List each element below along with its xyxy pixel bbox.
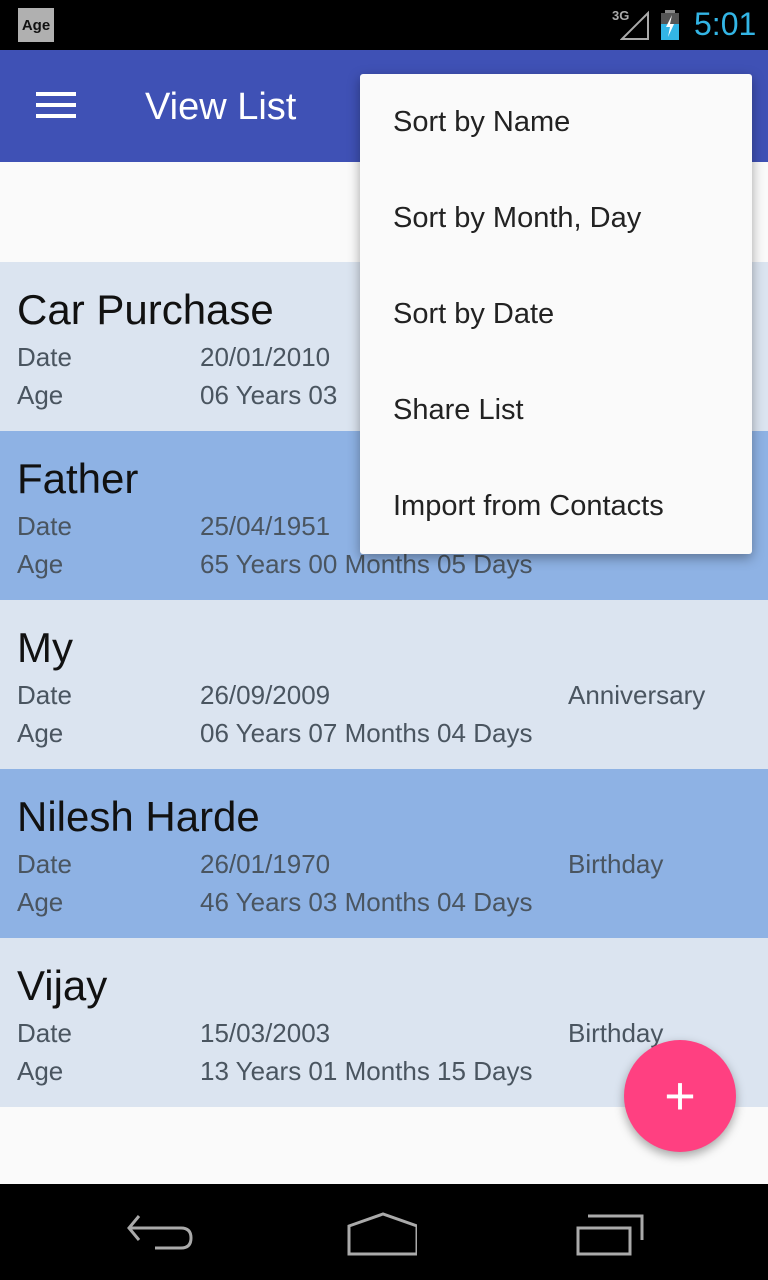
item-name: Vijay bbox=[17, 962, 108, 1009]
menu-item-sort-by-date[interactable]: Sort by Date bbox=[360, 266, 752, 362]
date-label: Date bbox=[17, 511, 72, 541]
date-label: Date bbox=[17, 342, 72, 372]
date-label: Date bbox=[17, 849, 72, 879]
event-type: Birthday bbox=[568, 849, 664, 879]
item-name: Father bbox=[17, 455, 139, 502]
list-item[interactable]: Nilesh Harde Date 26/01/1970 Birthday Ag… bbox=[0, 769, 768, 938]
menu-item-import-from-contacts[interactable]: Import from Contacts bbox=[360, 458, 752, 554]
item-name: Car Purchase bbox=[17, 286, 274, 333]
status-bar: Age 3G 5:01 bbox=[0, 0, 768, 50]
battery-charging-icon bbox=[661, 10, 679, 40]
date-value: 26/01/1970 bbox=[200, 849, 331, 879]
hamburger-menu-icon[interactable] bbox=[36, 92, 76, 120]
recent-apps-icon[interactable] bbox=[576, 1212, 646, 1256]
overflow-menu: Sort by Name Sort by Month, Day Sort by … bbox=[360, 74, 752, 554]
menu-item-sort-by-name[interactable]: Sort by Name bbox=[360, 74, 752, 170]
age-value: 46 Years 03 Months 04 Days bbox=[200, 887, 533, 917]
age-label: Age bbox=[17, 380, 64, 410]
age-value: 13 Years 01 Months 15 Days bbox=[200, 1056, 533, 1086]
add-icon: + bbox=[664, 1066, 696, 1126]
app-notification-icon: Age bbox=[18, 8, 54, 42]
menu-item-share-list[interactable]: Share List bbox=[360, 362, 752, 458]
date-label: Date bbox=[17, 680, 72, 710]
age-label: Age bbox=[17, 1056, 64, 1086]
event-type: Birthday bbox=[568, 1018, 664, 1048]
add-button[interactable]: + bbox=[624, 1040, 736, 1152]
page-title: View List bbox=[145, 86, 297, 128]
clock: 5:01 bbox=[694, 6, 757, 42]
age-value: 06 Years 07 Months 04 Days bbox=[200, 718, 533, 748]
item-name: My bbox=[17, 624, 73, 671]
list-item[interactable]: My Date 26/09/2009 Anniversary Age 06 Ye… bbox=[0, 600, 768, 769]
back-icon[interactable] bbox=[125, 1212, 195, 1256]
signal-icon bbox=[620, 10, 649, 40]
menu-item-sort-by-month-day[interactable]: Sort by Month, Day bbox=[360, 170, 752, 266]
date-label: Date bbox=[17, 1018, 72, 1048]
home-icon[interactable] bbox=[347, 1212, 417, 1256]
age-label: Age bbox=[17, 549, 64, 579]
event-type: Anniversary bbox=[568, 680, 706, 710]
age-value: 06 Years 03 bbox=[200, 380, 338, 410]
item-name: Nilesh Harde bbox=[17, 793, 260, 840]
date-value: 15/03/2003 bbox=[200, 1018, 331, 1048]
date-value: 25/04/1951 bbox=[200, 511, 331, 541]
age-label: Age bbox=[17, 718, 64, 748]
date-value: 26/09/2009 bbox=[200, 680, 331, 710]
navigation-bar bbox=[0, 1184, 768, 1280]
date-value: 20/01/2010 bbox=[200, 342, 331, 372]
age-label: Age bbox=[17, 887, 64, 917]
